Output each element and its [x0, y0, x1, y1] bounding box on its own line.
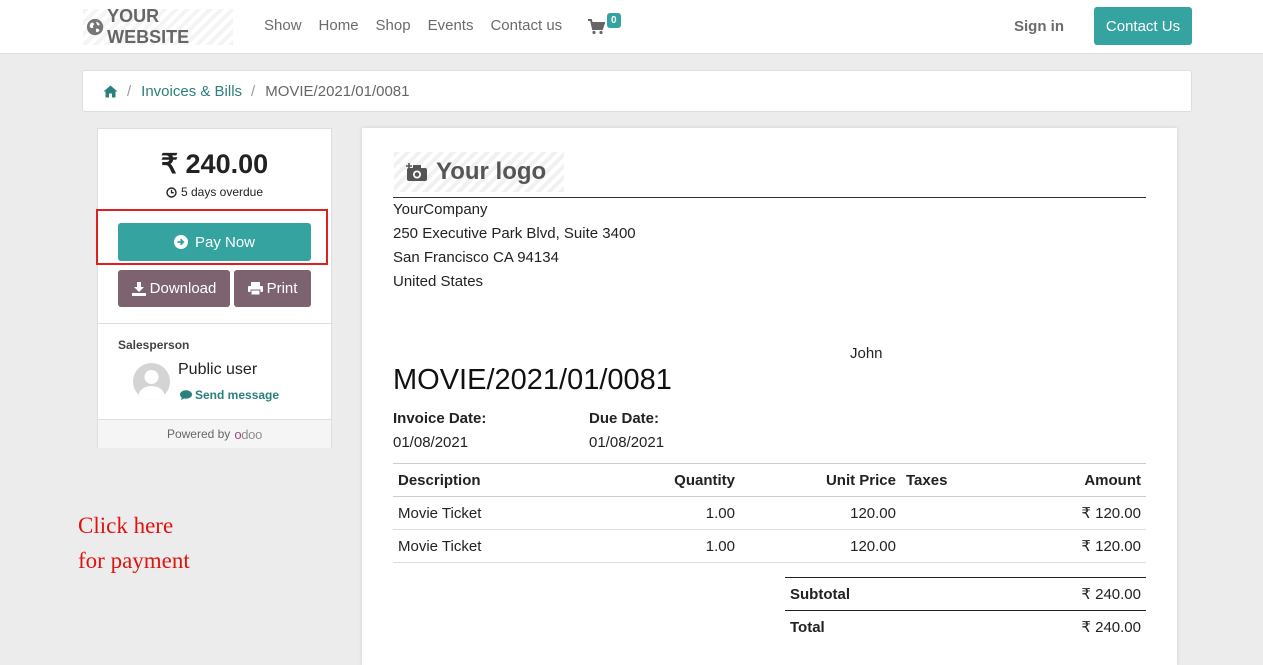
download-label: Download	[149, 280, 217, 297]
invoice-lines-table: Description Quantity Unit Price Taxes Am…	[393, 463, 1146, 563]
due-date-value: 01/08/2021	[589, 434, 665, 451]
cart-count-badge: 0	[607, 13, 621, 28]
invoice-date-label: Invoice Date:	[393, 410, 487, 427]
shopping-cart-icon	[588, 19, 605, 35]
annotation-line-2: for payment	[78, 548, 190, 573]
salesperson-label: Salesperson	[118, 338, 190, 352]
camera-plus-icon	[406, 163, 427, 181]
company-street: 250 Executive Park Blvd, Suite 3400	[393, 225, 636, 242]
total-value: ₹ 240.00	[966, 610, 1146, 643]
nav-link-events[interactable]: Events	[428, 17, 474, 34]
invoice-number: MOVIE/2021/01/0081	[393, 364, 672, 396]
table-row: Movie Ticket 1.00 120.00 ₹ 120.00	[393, 496, 1146, 530]
breadcrumb: / Invoices & Bills / MOVIE/2021/01/0081	[82, 70, 1192, 112]
brand-logo[interactable]: YOUR WEBSITE	[83, 6, 233, 47]
invoice-sidebar: ₹ 240.00 5 days overdue Pay Now Download…	[96, 128, 332, 448]
company-name: YourCompany	[393, 201, 488, 218]
total-row: Total ₹ 240.00	[785, 610, 1146, 643]
sign-in-link[interactable]: Sign in	[1014, 18, 1064, 35]
column-header-amount: Amount	[961, 463, 1146, 497]
main-menu: Show Home Shop Events Contact us	[264, 17, 579, 34]
nav-link-home[interactable]: Home	[319, 17, 359, 34]
due-date-label: Due Date:	[589, 410, 660, 427]
column-header-taxes: Taxes	[901, 463, 961, 497]
table-row: Movie Ticket 1.00 120.00 ₹ 120.00	[393, 529, 1146, 563]
subtotal-label: Subtotal	[785, 577, 967, 611]
line-description: Movie Ticket	[393, 496, 589, 530]
column-header-unit-price: Unit Price	[740, 463, 901, 497]
avatar	[133, 363, 170, 400]
arrow-circle-right-icon	[173, 235, 188, 249]
company-country: United States	[393, 273, 484, 290]
header-rule	[393, 197, 1146, 198]
amount-due: ₹ 240.00	[160, 149, 269, 179]
download-button[interactable]: Download	[118, 270, 230, 307]
send-message-link[interactable]: Send message	[180, 388, 279, 402]
overdue-status: 5 days overdue	[98, 185, 331, 199]
line-amount: ₹ 120.00	[961, 529, 1146, 563]
breadcrumb-home[interactable]	[103, 85, 118, 98]
company-logo-placeholder: Your logo	[394, 152, 564, 192]
nav-link-shop[interactable]: Shop	[376, 17, 411, 34]
print-button[interactable]: Print	[234, 270, 311, 307]
odoo-logo[interactable]: odoo	[234, 427, 262, 442]
line-unit-price: 120.00	[740, 529, 901, 563]
breadcrumb-separator: /	[127, 82, 132, 100]
table-header-row: Description Quantity Unit Price Taxes Am…	[393, 463, 1146, 497]
brand-name: YOUR WEBSITE	[107, 6, 190, 47]
overdue-text: 5 days overdue	[180, 185, 264, 199]
invoice-document: Your logo YourCompany 250 Executive Park…	[362, 128, 1177, 665]
subtotal-row: Subtotal ₹ 240.00	[785, 577, 1146, 611]
user-silhouette-icon	[138, 370, 165, 400]
powered-by-footer: Powered by odoo	[98, 419, 331, 448]
salesperson-name: Public user	[178, 361, 258, 378]
contact-us-button[interactable]: Contact Us	[1094, 7, 1192, 45]
line-description: Movie Ticket	[393, 529, 589, 563]
top-navbar: YOUR WEBSITE Show Home Shop Events Conta…	[0, 0, 1263, 54]
logo-text: Your logo	[436, 158, 547, 185]
download-icon	[131, 281, 146, 296]
breadcrumb-invoices-link[interactable]: Invoices & Bills	[141, 83, 242, 100]
nav-link-contact[interactable]: Contact us	[490, 17, 562, 34]
pay-now-button[interactable]: Pay Now	[118, 223, 311, 261]
globe-icon	[86, 18, 104, 36]
breadcrumb-separator: /	[251, 82, 256, 100]
customer-name: John	[850, 345, 883, 362]
printer-icon	[247, 282, 263, 295]
line-taxes	[901, 529, 961, 563]
invoice-date-value: 01/08/2021	[393, 434, 469, 451]
total-label: Total	[785, 610, 967, 643]
annotation-line-1: Click here	[78, 513, 174, 538]
line-amount: ₹ 120.00	[961, 496, 1146, 530]
line-quantity: 1.00	[589, 496, 740, 530]
cart-button[interactable]: 0	[588, 13, 624, 39]
clock-icon	[166, 186, 177, 198]
column-header-description: Description	[393, 463, 589, 497]
subtotal-value: ₹ 240.00	[966, 577, 1146, 611]
company-city: San Francisco CA 94134	[393, 249, 559, 266]
comment-icon	[180, 390, 192, 400]
nav-link-show[interactable]: Show	[264, 17, 302, 34]
sidebar-divider	[98, 323, 331, 324]
breadcrumb-current: MOVIE/2021/01/0081	[265, 82, 410, 100]
line-taxes	[901, 496, 961, 530]
column-header-quantity: Quantity	[589, 463, 740, 497]
home-icon	[103, 85, 118, 97]
pay-now-label: Pay Now	[194, 233, 256, 251]
line-unit-price: 120.00	[740, 496, 901, 530]
line-quantity: 1.00	[589, 529, 740, 563]
print-label: Print	[266, 280, 298, 297]
send-message-label: Send message	[195, 388, 280, 402]
totals-table: Subtotal ₹ 240.00 Total ₹ 240.00	[785, 577, 1146, 643]
powered-by-text: Powered by	[166, 427, 231, 441]
